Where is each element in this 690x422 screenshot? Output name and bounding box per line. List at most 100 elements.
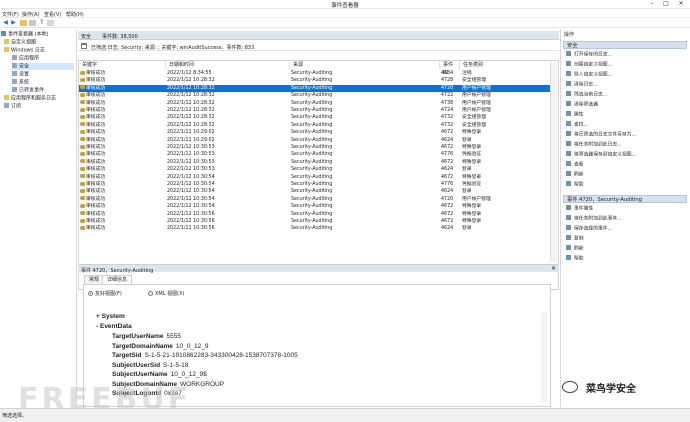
table-row[interactable]: 审核成功 2022/1/12 10:29:02 Security-Auditing 4…	[79, 137, 550, 144]
menu-file[interactable]: 文件(F)	[2, 11, 19, 18]
table-row[interactable]: 审核成功 2022/1/12 10:28:32 Security-Auditing 4…	[79, 92, 550, 99]
table-cell: 特殊登录	[462, 144, 481, 151]
col-task-category[interactable]: 任务类别	[460, 61, 550, 69]
table-row[interactable]: 审核成功 2022/1/12 10:28:32 Security-Auditing 4…	[79, 122, 550, 129]
action-item[interactable]: 帮助	[566, 255, 584, 263]
action-item[interactable]: 复制	[566, 235, 584, 243]
action-item[interactable]: 创建自定义视图...	[566, 61, 612, 69]
cell-text: 审核成功	[86, 226, 106, 232]
tree-custom-views[interactable]: 自定义视图	[4, 39, 36, 46]
table-row[interactable]: 审核成功 2022/1/12 10:28:32 Security-Auditing 4…	[79, 77, 550, 84]
radio-friendly-view[interactable]: 友好视图(F)	[88, 290, 122, 297]
action-item[interactable]: 将任务附加到此事件...	[566, 215, 622, 223]
table-row[interactable]: 审核成功 2022/1/12 10:30:54 Security-Auditing 4…	[79, 174, 550, 181]
menu-help[interactable]: 帮助(H)	[66, 11, 84, 18]
table-row[interactable]: 审核成功 2022/1/12 10:30:54 Security-Auditing 4…	[79, 196, 550, 203]
cell-text: Security-Auditing	[291, 122, 333, 128]
table-cell: 2022/1/12 10:29:02	[167, 129, 215, 136]
table-scrollbar[interactable]	[550, 62, 557, 262]
table-row[interactable]: 审核成功 2022/1/12 10:28:32 Security-Auditing 4…	[79, 84, 550, 93]
tab-details[interactable]: 详细信息	[102, 275, 133, 284]
key-icon	[80, 144, 85, 149]
back-icon[interactable]: ◀	[2, 20, 9, 26]
radio-xml-view[interactable]: XML 视图(X)	[148, 290, 184, 297]
table-row[interactable]: 审核成功 2022/1/12 10:30:54 Security-Auditing 4…	[79, 181, 550, 188]
tab-general[interactable]: 常规	[84, 275, 105, 284]
table-row[interactable]: 审核成功 2022/1/12 10:28:32 Security-Auditing 4…	[79, 107, 550, 114]
menu-action[interactable]: 操作(A)	[22, 11, 39, 18]
action-item[interactable]: 筛选当前日志...	[566, 91, 607, 99]
tree-forwarded[interactable]: 已转发事件	[12, 87, 44, 94]
table-row[interactable]: 审核成功 2022/1/12 10:30:56 Security-Auditing 4…	[79, 211, 550, 218]
table-cell: 4672	[441, 203, 453, 210]
action-item[interactable]: 导入自定义视图...	[566, 71, 612, 79]
table-row[interactable]: 审核成功 2022/1/12 10:30:53 Security-Auditing 4…	[79, 159, 550, 166]
minimize-button[interactable]: –	[646, 0, 658, 8]
table-row[interactable]: 审核成功 2022/1/12 10:30:53 Security-Auditing 4…	[79, 166, 550, 173]
table-row[interactable]: 审核成功 2022/1/12 10:30:54 Security-Auditing 4…	[79, 188, 550, 195]
details-scrollbar[interactable]	[541, 313, 547, 403]
tree-app-services[interactable]: 应用程序和服务日志	[4, 95, 56, 102]
help-icon[interactable]: ?	[38, 20, 45, 26]
table-row[interactable]: 审核成功 2022/1/12 10:30:53 Security-Auditing 4…	[79, 151, 550, 158]
navigation-tree: 事件查看器 (本地) 自定义视图 Windows 日志 应用程序 安全 设置 系…	[0, 29, 77, 407]
tree-root[interactable]: 事件查看器 (本地)	[1, 31, 49, 38]
actions-section-event[interactable]: 事件 4720，Security-Auditing	[563, 195, 687, 203]
table-cell: 审核成功	[80, 114, 105, 121]
table-row[interactable]: 审核成功 2022/1/12 10:30:56 Security-Auditing 4…	[79, 218, 550, 225]
table-row[interactable]: 审核成功 2022/1/12 10:28:32 Security-Auditing 4…	[79, 100, 550, 107]
console-icon[interactable]	[29, 20, 36, 26]
table-row[interactable]: 审核成功 2022/1/12 10:29:02 Security-Auditing 4…	[79, 129, 550, 136]
action-item[interactable]: 帮助	[566, 181, 584, 189]
cell-text: 特殊登录	[462, 145, 482, 150]
tree-system[interactable]: 系统	[12, 79, 29, 86]
table-row[interactable]: 审核成功 2022/1/12 10:30:53 Security-Auditing 4…	[79, 144, 550, 151]
action-icon	[566, 255, 571, 260]
action-item[interactable]: 查看	[566, 161, 584, 169]
menu-view[interactable]: 查看(V)	[44, 11, 61, 18]
tree-setup[interactable]: 设置	[12, 71, 29, 78]
key-icon	[80, 85, 85, 90]
folder-icon[interactable]	[20, 20, 27, 26]
actions-section-security[interactable]: 安全	[563, 41, 687, 49]
table-cell: 4672	[441, 218, 453, 225]
col-event-id[interactable]: 事件 ID	[440, 61, 460, 76]
cell-text: 安全组管理	[462, 122, 486, 128]
action-item[interactable]: 将已筛选的日志文件另存为...	[566, 131, 636, 139]
table-cell: 审核成功	[80, 122, 105, 129]
close-icon[interactable]: ✕	[551, 265, 556, 272]
forward-icon[interactable]: ▶	[10, 20, 17, 26]
col-keyword[interactable]: 关键字	[79, 61, 166, 69]
table-row[interactable]: 审核成功 2022/1/12 10:28:32 Security-Auditing 4…	[79, 114, 550, 121]
tree-subscriptions[interactable]: 订阅	[4, 103, 21, 110]
action-item[interactable]: 清除筛选器	[566, 101, 598, 109]
tree-application[interactable]: 应用程序	[12, 55, 39, 62]
action-label: 事件属性	[574, 206, 594, 212]
system-node[interactable]: + System	[96, 313, 125, 321]
action-item[interactable]: 将筛选器保存到自定义视图...	[566, 151, 636, 159]
table-row[interactable]: 审核成功 2022/1/12 10:30:56 Security-Auditing 4…	[79, 225, 550, 232]
table-row[interactable]: 审核成功 2022/1/12 8:34:55 Security-Auditing 46…	[79, 70, 550, 77]
col-source[interactable]: 来源	[290, 61, 440, 69]
tree-security[interactable]: 安全	[12, 63, 74, 70]
action-item[interactable]: 刷新	[566, 171, 584, 179]
field-value: 10_0_12_9$	[170, 371, 207, 378]
action-item[interactable]: 打开保存的日志...	[566, 51, 612, 59]
action-item[interactable]: 属性	[566, 111, 584, 119]
action-item[interactable]: 清除日志...	[566, 81, 598, 89]
action-item[interactable]: 保存选择的事件...	[566, 225, 612, 233]
eventdata-node[interactable]: - EventData	[96, 323, 132, 331]
table-cell: Security-Auditing	[291, 144, 332, 151]
panel-icon[interactable]	[47, 20, 54, 26]
action-item[interactable]: 将任务附加到此日志...	[566, 141, 622, 149]
cell-text: Security-Auditing	[291, 196, 333, 202]
action-item[interactable]: 事件属性	[566, 205, 593, 213]
close-button[interactable]: ✕	[675, 0, 687, 8]
tree-windows-logs[interactable]: Windows 日志	[4, 47, 45, 54]
action-item[interactable]: 查找...	[566, 121, 588, 129]
action-item[interactable]: 刷新	[566, 245, 584, 253]
cell-text: 2022/1/12 10:30:54	[167, 189, 215, 195]
table-row[interactable]: 审核成功 2022/1/12 10:30:54 Security-Auditing 4…	[79, 203, 550, 210]
col-datetime[interactable]: 日期和时间	[166, 61, 290, 69]
maximize-button[interactable]: □	[660, 0, 672, 8]
